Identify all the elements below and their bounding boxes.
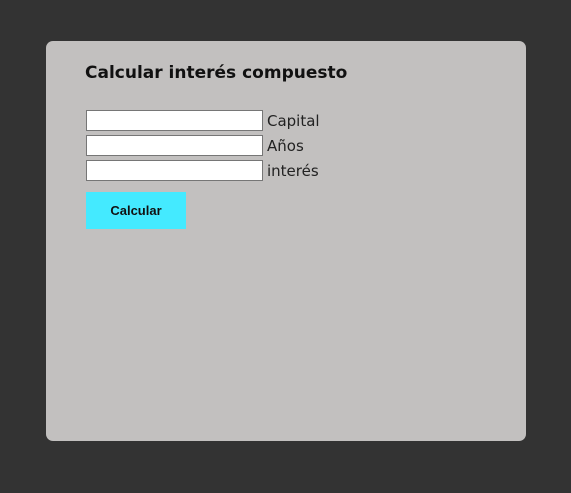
interest-row: interés bbox=[86, 160, 319, 181]
years-row: Años bbox=[86, 135, 304, 156]
calculate-button[interactable]: Calcular bbox=[86, 192, 186, 229]
capital-input[interactable] bbox=[86, 110, 263, 131]
years-input[interactable] bbox=[86, 135, 263, 156]
interest-input[interactable] bbox=[86, 160, 263, 181]
capital-label: Capital bbox=[267, 111, 320, 130]
form-title: Calcular interés compuesto bbox=[85, 63, 348, 83]
calculator-card: Calcular interés compuesto Capital Años … bbox=[46, 41, 526, 441]
capital-row: Capital bbox=[86, 110, 320, 131]
interest-label: interés bbox=[267, 161, 319, 180]
years-label: Años bbox=[267, 136, 304, 155]
